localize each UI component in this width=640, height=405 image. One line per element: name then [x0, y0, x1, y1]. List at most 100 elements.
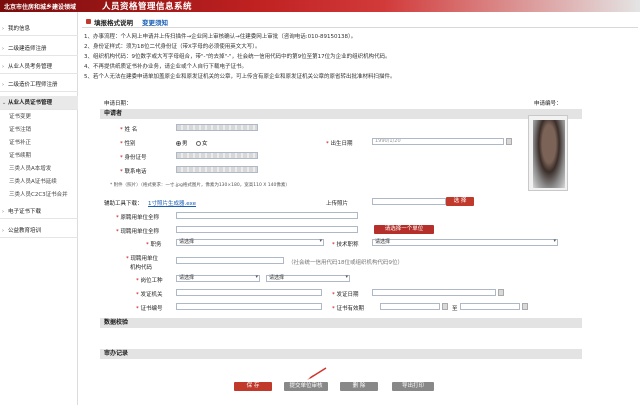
tab-format-guide[interactable]: 填报格式说明 [94, 17, 133, 27]
phone-label: * 联系电话 [120, 169, 147, 175]
birth-date-input[interactable]: 1990/1/20 [372, 138, 504, 145]
sidebar-item-e-cert-download[interactable]: › 电子证书下载 [0, 205, 78, 219]
name-input[interactable] [176, 124, 258, 131]
valid-period-label: * 证书有效期 [332, 306, 365, 312]
duty-label: * 职务 [146, 242, 162, 248]
org-code-hint: （社会统一信用代码18位或组织机构代码9位） [288, 260, 403, 266]
duty-select[interactable]: 请选择 [176, 239, 324, 246]
orig-unit-label: * 原聘用单位全称 [116, 215, 160, 221]
application-form: 申请日期： 申请编号： 申请者 * 姓 名 * 性别 男 女 * 出生日期 19… [100, 95, 582, 366]
gender-female-radio[interactable]: 女 [196, 139, 208, 147]
photo-tool-link[interactable]: 1寸照片生成器.exe [148, 199, 196, 207]
sidebar: › 我的信息 › 二级建造师注册 › 从业人员考务管理 › 二级造价工程师注册 ⌄ 从业人… [0, 12, 78, 405]
cert-no-input[interactable] [176, 303, 322, 310]
sidebar-item-builder-registration[interactable]: › 二级建造师注册 [0, 42, 78, 56]
org-code-input[interactable] [176, 257, 284, 264]
chevron-right-icon: › [2, 82, 4, 88]
idno-input[interactable] [176, 152, 258, 159]
sidebar-subitem-cert-change[interactable]: 证书变更 [0, 112, 78, 123]
sidebar-item-label: 公益教育培训 [8, 228, 42, 234]
sidebar-item-label: 二级造价工程师注册 [8, 82, 58, 88]
photo-path-input[interactable] [372, 198, 446, 205]
section-applicant: 申请者 [100, 109, 582, 119]
calendar-icon[interactable] [498, 289, 504, 296]
banner-system-title: 人员资格管理信息系统 [102, 2, 193, 12]
calendar-icon[interactable] [522, 303, 528, 310]
post-type-select[interactable]: 请选择 [266, 275, 350, 282]
chevron-right-icon: › [2, 26, 4, 32]
app-banner: 北京市住房和城乡建设领域 人员资格管理信息系统 [0, 0, 640, 12]
sidebar-item-label: 我的信息 [8, 26, 31, 32]
attach-hint: * 附件（照片）（格式要求：一寸.jpg格式图片，像素为130×180，宽高11… [110, 183, 290, 188]
apply-date-label: 申请日期： [104, 101, 132, 107]
note-line: 4、不再提供纸质证书补办业务，请企业或个人自行下载电子证书。 [84, 64, 248, 70]
arrow-pointer-icon [307, 367, 327, 380]
sidebar-item-public-training[interactable]: › 公益教育培训 [0, 224, 78, 238]
valid-to-input[interactable] [460, 303, 520, 310]
chevron-right-icon: › [2, 64, 4, 70]
gender-male-radio[interactable]: 男 [176, 139, 188, 147]
tech-title-label: * 技术职称 [332, 242, 359, 248]
sidebar-subitem-cert-correct[interactable]: 证书补正 [0, 138, 78, 149]
submit-review-button[interactable]: 提交单位审核 [284, 382, 328, 391]
section-data-check: 数据校验 [100, 318, 582, 328]
sidebar-subitem-c2c3-merge[interactable]: 三类人员C2C3证书合并 [0, 190, 78, 201]
choose-photo-button[interactable]: 选 择 [446, 197, 474, 206]
chevron-right-icon: › [2, 46, 4, 52]
note-line: 2、身份证样式：须为18位二代身份证（带X字母的必须使用英文大写）。 [84, 44, 261, 50]
delete-button[interactable]: 删 除 [340, 382, 378, 391]
tool-download-label: 辅助工具下载： [104, 201, 143, 207]
note-line: 1、办事流程：个人网上申请并上传扫描件→企业网上审核确认→住建委网上审批（咨询电… [84, 34, 357, 40]
issue-date-input[interactable] [372, 289, 496, 296]
sidebar-item-cost-engineer[interactable]: › 二级造价工程师注册 [0, 78, 78, 92]
idno-label: * 身份证号 [120, 155, 147, 161]
export-print-button[interactable]: 导出打印 [392, 382, 434, 391]
tech-title-select[interactable]: 请选择 [372, 239, 558, 246]
sidebar-subitem-a-extend[interactable]: 三类人员A证书延续 [0, 177, 78, 188]
upload-photo-label: 上传照片 [326, 201, 349, 207]
tab-bar: 填报格式说明 变更须知 [82, 16, 638, 28]
phone-input[interactable] [176, 166, 258, 173]
photo-image [533, 120, 565, 188]
post-category-select[interactable]: 请选择 [176, 275, 260, 282]
gender-label: * 性别 [120, 141, 136, 147]
orig-unit-input[interactable] [176, 212, 358, 219]
apply-no-label: 申请编号： [534, 101, 562, 107]
org-code-label: * 现聘用单位 [126, 256, 159, 262]
sidebar-item-cert-management[interactable]: ⌄ 从业人员证书管理 [0, 96, 78, 110]
issue-date-label: * 发证日期 [332, 292, 359, 298]
photo-preview [528, 115, 568, 191]
sidebar-item-label: 从业人员证书管理 [8, 100, 53, 106]
calendar-icon[interactable] [506, 138, 512, 145]
birth-label: * 出生日期 [326, 141, 353, 147]
sidebar-subitem-cert-cancel[interactable]: 证书注销 [0, 125, 78, 136]
valid-from-input[interactable] [380, 303, 440, 310]
select-unit-button[interactable]: 请选择一个单位 [374, 225, 434, 234]
sidebar-item-exam-management[interactable]: › 从业人员考务管理 [0, 60, 78, 74]
tab-change-notice[interactable]: 变更须知 [142, 17, 168, 27]
sidebar-subitem-cert-renew[interactable]: 证书续期 [0, 151, 78, 162]
calendar-icon[interactable] [442, 303, 448, 310]
cert-no-label: * 证书编号 [136, 306, 163, 312]
issuer-input[interactable] [176, 289, 322, 296]
save-button[interactable]: 保 存 [234, 382, 272, 391]
sidebar-item-label: 电子证书下载 [8, 209, 42, 215]
valid-to-label: 至 [452, 306, 458, 312]
note-line: 3、组织机构代码：9位数字或大写字母组合，带"-"的去掉"-"，社会统一信用代码… [84, 54, 391, 60]
cur-unit-input[interactable] [176, 226, 358, 233]
name-label: * 姓 名 [120, 127, 138, 133]
sidebar-item-label: 二级建造师注册 [8, 46, 47, 52]
cur-unit-label: * 现聘用单位全称 [116, 229, 160, 235]
chevron-right-icon: › [2, 228, 4, 234]
banner-org: 北京市住房和城乡建设领域 [4, 4, 77, 11]
sidebar-item-label: 从业人员考务管理 [8, 64, 53, 70]
sidebar-item-my-info[interactable]: › 我的信息 [0, 22, 78, 36]
section-audit-record: 审办记录 [100, 349, 582, 359]
sidebar-subitem-a-issue[interactable]: 三类人员A本增发 [0, 164, 78, 175]
issuer-label: * 发证机关 [136, 292, 163, 298]
chevron-right-icon: › [2, 209, 4, 215]
org-code-label-2: 机构代码 [130, 265, 153, 271]
note-line: 5、若个人无法在建委申请单加盖原企业和原发证机关的公章，可上传含有原企业和原发证… [84, 74, 396, 80]
tab-marker-icon [86, 19, 91, 24]
post-label: * 岗位工种 [136, 278, 163, 284]
